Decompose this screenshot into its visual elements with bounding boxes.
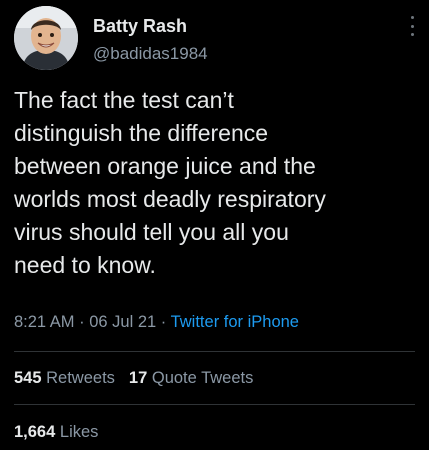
avatar[interactable] xyxy=(14,6,78,70)
author-names: Batty Rash @badidas1984 xyxy=(93,15,208,65)
quote-tweets-stat[interactable]: 17 Quote Tweets xyxy=(129,369,253,387)
more-options-icon[interactable] xyxy=(405,16,419,36)
engagement-stats: 545 Retweets 17 Quote Tweets xyxy=(14,367,253,389)
more-dot xyxy=(410,33,414,36)
more-dot xyxy=(410,16,414,19)
divider xyxy=(14,404,415,405)
tweet-time[interactable]: 8:21 AM xyxy=(14,313,75,331)
quote-tweets-count: 17 xyxy=(128,369,148,387)
author-handle[interactable]: @badidas1984 xyxy=(93,43,208,65)
avatar-image xyxy=(14,6,78,70)
divider xyxy=(14,351,415,352)
retweets-stat[interactable]: 545 Retweets xyxy=(14,369,115,387)
tweet-card: Batty Rash @badidas1984 The fact the tes… xyxy=(0,0,429,450)
tweet-date[interactable]: 06 Jul 21 xyxy=(89,313,156,331)
likes-label: Likes xyxy=(59,423,99,441)
likes-stat[interactable]: 1,664 Likes xyxy=(14,421,98,443)
meta-separator: · xyxy=(79,313,85,331)
retweets-label: Retweets xyxy=(46,369,115,387)
quote-tweets-label: Quote Tweets xyxy=(151,369,254,387)
tweet-meta: 8:21 AM · 06 Jul 21 · Twitter for iPhone xyxy=(14,311,299,333)
tweet-text: The fact the test can’t distinguish the … xyxy=(14,87,326,278)
retweets-count: 545 xyxy=(14,369,42,387)
meta-separator: · xyxy=(160,313,167,331)
likes-count: 1,664 xyxy=(14,423,56,441)
author-display-name[interactable]: Batty Rash xyxy=(93,15,208,37)
tweet-source-link[interactable]: Twitter for iPhone xyxy=(171,313,299,331)
more-dot xyxy=(410,24,414,28)
tweet-header: Batty Rash @badidas1984 xyxy=(14,6,419,74)
